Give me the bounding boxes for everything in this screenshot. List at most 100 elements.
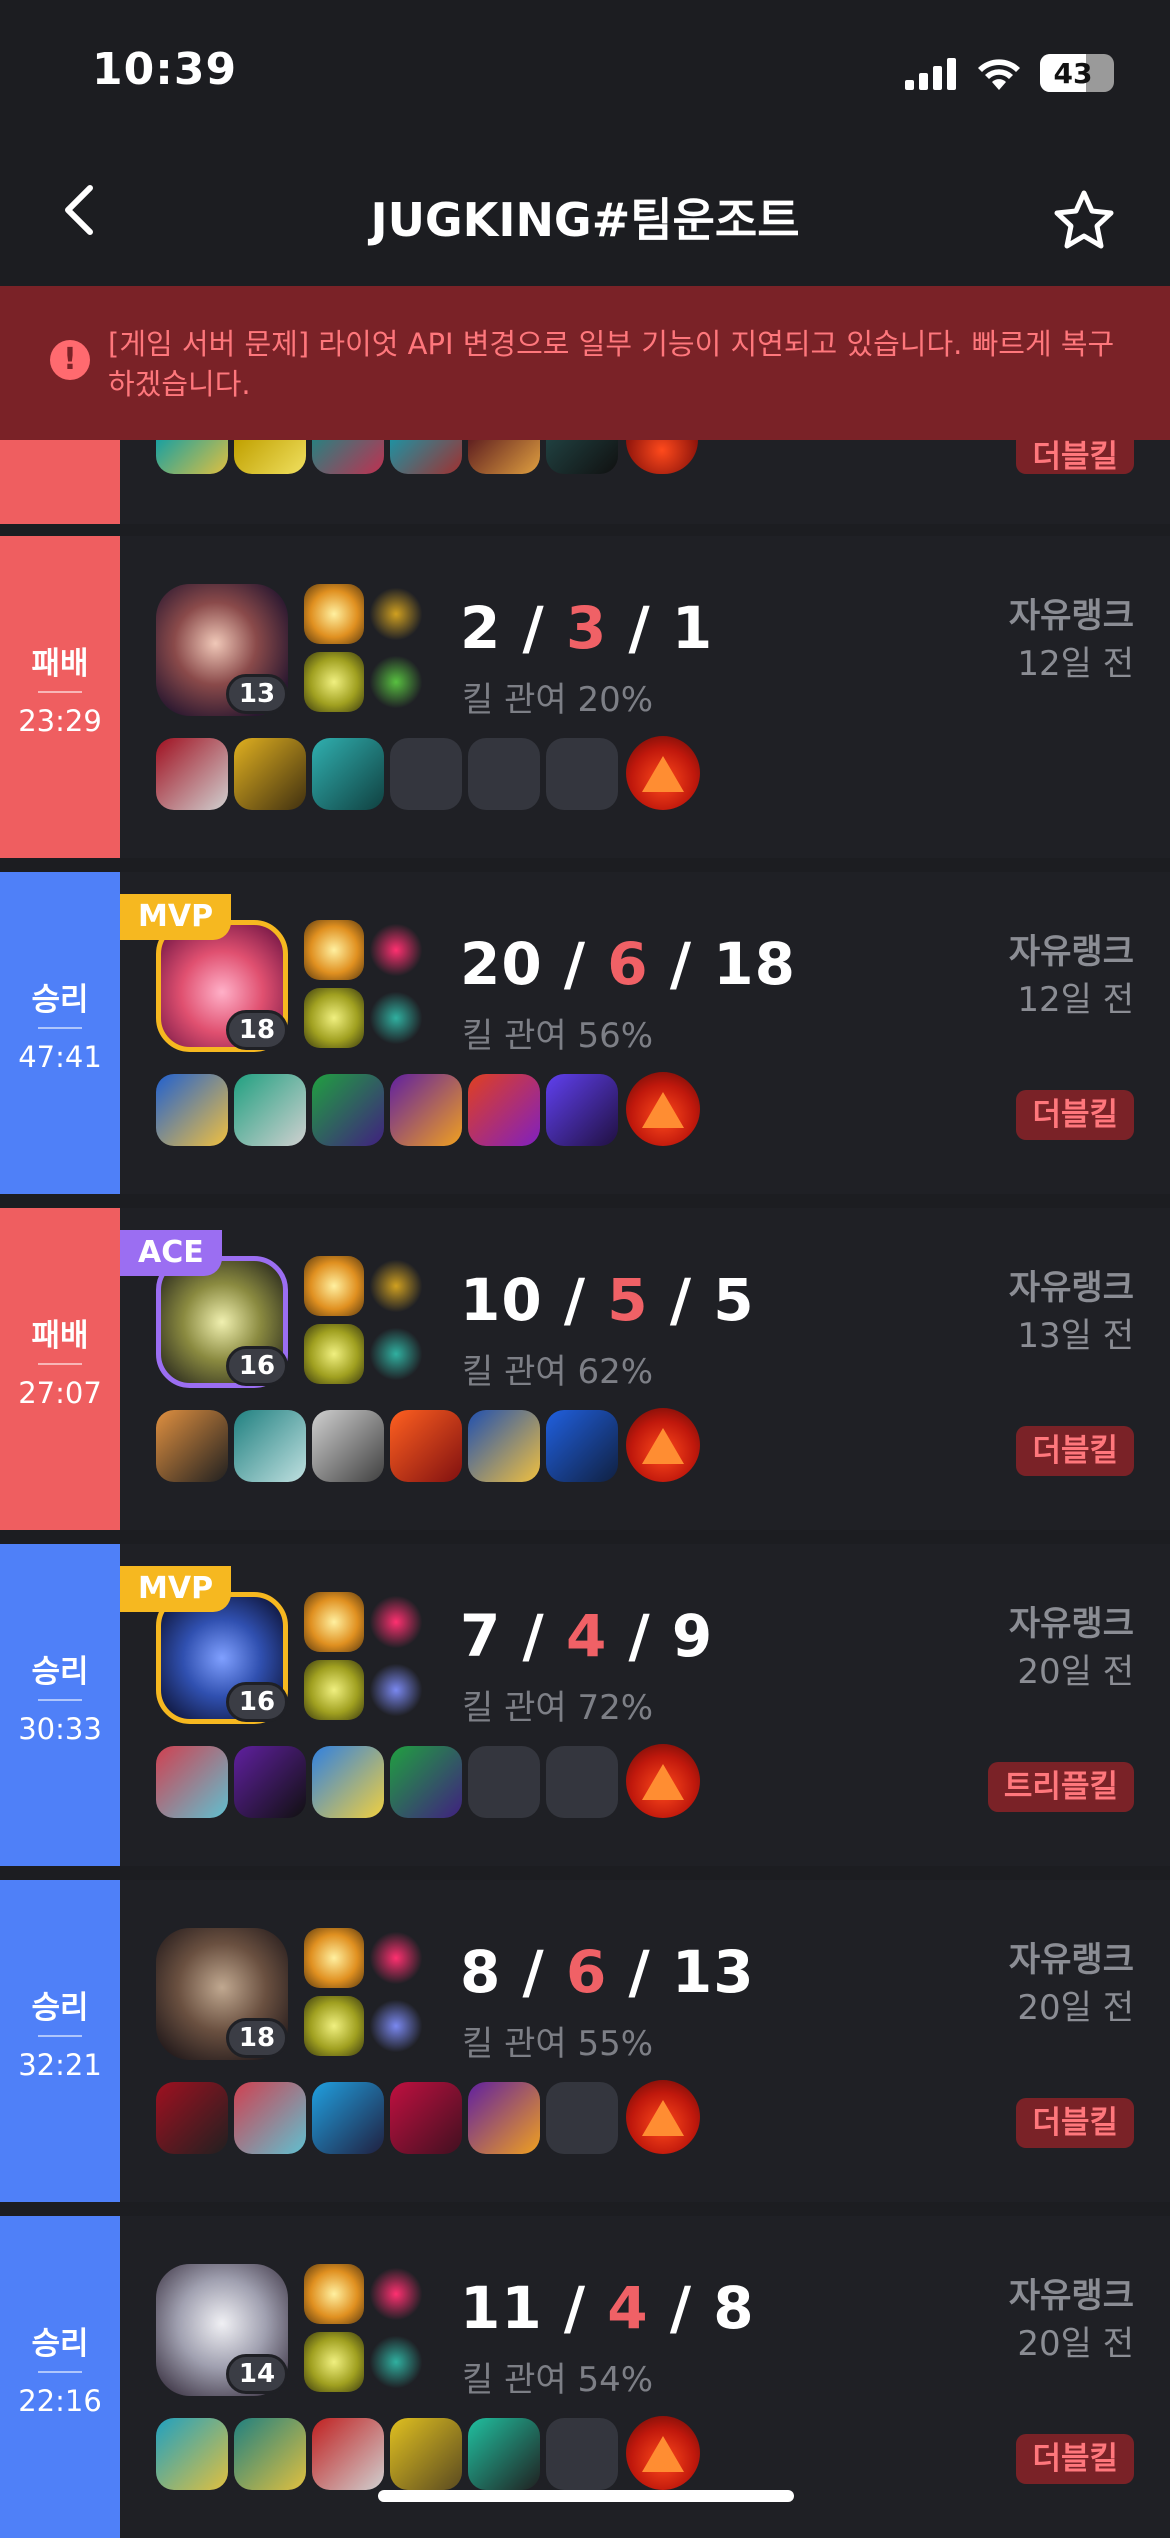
item-icon[interactable] bbox=[546, 1410, 618, 1482]
smite-spell-icon bbox=[304, 2332, 364, 2392]
item-icon[interactable] bbox=[312, 738, 384, 810]
kill-participation: 킬 관여 20% bbox=[462, 680, 654, 720]
result-sidebar: 승리 47:41 bbox=[0, 872, 120, 1194]
match-card[interactable]: 승리 32:21 18 8 / 6 / 13 킬 관여 55% 자유랭크 20일 전 더블… bbox=[0, 1880, 1170, 2202]
flash-spell-icon bbox=[304, 920, 364, 980]
cellular-signal-icon bbox=[905, 58, 956, 90]
item-icon[interactable] bbox=[234, 2082, 306, 2154]
match-card-partial[interactable]: 더블킬 bbox=[0, 440, 1170, 524]
champion-level: 16 bbox=[226, 1346, 288, 1386]
item-icon[interactable] bbox=[234, 1746, 306, 1818]
deaths: 6 bbox=[607, 930, 649, 998]
item-icon[interactable] bbox=[312, 1074, 384, 1146]
smite-spell-icon bbox=[304, 1324, 364, 1384]
divider bbox=[38, 1699, 82, 1701]
result-sidebar: 패배 23:29 bbox=[0, 536, 120, 858]
trinket-ward-icon[interactable] bbox=[626, 736, 700, 810]
result-sidebar: 승리 22:16 bbox=[0, 2216, 120, 2538]
item-icon[interactable] bbox=[234, 738, 306, 810]
secondary-rune-icon bbox=[366, 1324, 426, 1384]
deaths: 4 bbox=[607, 2274, 649, 2342]
item-icon[interactable] bbox=[312, 1746, 384, 1818]
kda: 20 / 6 / 18 bbox=[460, 930, 796, 998]
item-icon[interactable] bbox=[234, 1074, 306, 1146]
item-icon[interactable] bbox=[234, 1410, 306, 1482]
time-ago: 20일 전 bbox=[1017, 1988, 1134, 2028]
item-icon[interactable] bbox=[156, 2082, 228, 2154]
battery-icon: 43 bbox=[1040, 54, 1114, 92]
match-result: 승리 bbox=[31, 1654, 89, 1690]
match-card[interactable]: 승리 30:33 16 MVP 7 / 4 / 9 킬 관여 72% 자유랭크 20일 전… bbox=[0, 1544, 1170, 1866]
trinket-ward-icon[interactable] bbox=[626, 1744, 700, 1818]
kda: 2 / 3 / 1 bbox=[460, 594, 714, 662]
item-icon[interactable] bbox=[468, 1074, 540, 1146]
favorite-star-button[interactable] bbox=[1052, 188, 1116, 252]
item-icon[interactable] bbox=[546, 1074, 618, 1146]
kda: 8 / 6 / 13 bbox=[460, 1938, 755, 2006]
ace-badge: ACE bbox=[120, 1230, 222, 1276]
match-result: 승리 bbox=[31, 2326, 89, 2362]
deaths: 3 bbox=[565, 594, 608, 662]
banner-text: [게임 서버 문제] 라이엇 API 변경으로 일부 기능이 지연되고 있습니다… bbox=[108, 327, 1115, 401]
item-icon[interactable] bbox=[390, 2082, 462, 2154]
smite-spell-icon bbox=[304, 1996, 364, 2056]
trinket-ward-icon[interactable] bbox=[626, 1072, 700, 1146]
item-icon[interactable] bbox=[468, 1410, 540, 1482]
item-icon[interactable] bbox=[390, 1410, 462, 1482]
empty-item-slot bbox=[546, 2418, 618, 2490]
item-icon[interactable] bbox=[234, 2418, 306, 2490]
item-icon[interactable] bbox=[312, 2418, 384, 2490]
queue-type: 자유랭크 bbox=[1008, 2276, 1134, 2316]
trinket-ward-icon[interactable] bbox=[626, 2080, 700, 2154]
item-icon[interactable] bbox=[156, 738, 228, 810]
mvp-badge: MVP bbox=[120, 1566, 232, 1612]
result-sidebar: 승리 30:33 bbox=[0, 1544, 120, 1866]
server-notice-banner: ! [게임 서버 문제] 라이엇 API 변경으로 일부 기능이 지연되고 있습… bbox=[0, 286, 1170, 440]
smite-spell-icon bbox=[304, 1660, 364, 1720]
assists: 9 bbox=[671, 1602, 714, 1670]
match-result: 승리 bbox=[31, 1990, 89, 2026]
item-icon[interactable] bbox=[390, 2418, 462, 2490]
item-icon[interactable] bbox=[390, 1746, 462, 1818]
keystone-rune-icon bbox=[366, 1256, 426, 1316]
match-card[interactable]: 패배 23:29 13 2 / 3 / 1킬 관여 20% 자유랭크 12일 전 bbox=[0, 536, 1170, 858]
trinket-ward-icon[interactable] bbox=[626, 2416, 700, 2490]
time-ago: 20일 전 bbox=[1017, 1652, 1134, 1692]
queue-type: 자유랭크 bbox=[1008, 1604, 1134, 1644]
mvp-badge: MVP bbox=[120, 894, 232, 940]
kills: 20 bbox=[460, 930, 543, 998]
status-time: 10:39 bbox=[92, 44, 238, 95]
item-icon[interactable] bbox=[156, 2418, 228, 2490]
empty-item-slot bbox=[390, 738, 462, 810]
champion-level: 18 bbox=[226, 1010, 288, 1050]
champion-level: 14 bbox=[226, 2354, 288, 2394]
kill-participation: 킬 관여 62% bbox=[462, 1352, 654, 1392]
match-card[interactable]: 승리 47:41 18 MVP 20 / 6 / 18 킬 관여 56% 자유랭크 12일… bbox=[0, 872, 1170, 1194]
assists: 13 bbox=[671, 1938, 755, 2006]
item-icon[interactable] bbox=[390, 1074, 462, 1146]
keystone-rune-icon bbox=[366, 584, 426, 644]
kills: 8 bbox=[460, 1938, 502, 2006]
item-icon[interactable] bbox=[468, 2418, 540, 2490]
item-icon[interactable] bbox=[156, 1410, 228, 1482]
smite-spell-icon bbox=[304, 988, 364, 1048]
assists: 1 bbox=[671, 594, 714, 662]
flash-spell-icon bbox=[304, 1928, 364, 1988]
trinket-ward-icon[interactable] bbox=[626, 1408, 700, 1482]
kills: 2 bbox=[460, 594, 502, 662]
item-icon[interactable] bbox=[312, 2082, 384, 2154]
item-icon[interactable] bbox=[156, 1746, 228, 1818]
empty-item-slot bbox=[546, 1746, 618, 1818]
time-ago: 12일 전 bbox=[1017, 980, 1134, 1020]
home-indicator bbox=[378, 2490, 794, 2502]
multikill-badge: 더블킬 bbox=[1016, 2434, 1134, 2484]
item-icon[interactable] bbox=[468, 2082, 540, 2154]
kill-participation: 킬 관여 56% bbox=[462, 1016, 654, 1056]
kill-participation: 킬 관여 54% bbox=[462, 2360, 654, 2400]
match-card[interactable]: 패배 27:07 16 ACE 10 / 5 / 5 킬 관여 62% 자유랭크 13일 … bbox=[0, 1208, 1170, 1530]
item-icon[interactable] bbox=[156, 1074, 228, 1146]
multikill-badge: 더블킬 bbox=[1016, 1090, 1134, 1140]
secondary-rune-icon bbox=[366, 1996, 426, 2056]
item-icon[interactable] bbox=[312, 1410, 384, 1482]
multikill-badge: 더블킬 bbox=[1016, 440, 1134, 474]
